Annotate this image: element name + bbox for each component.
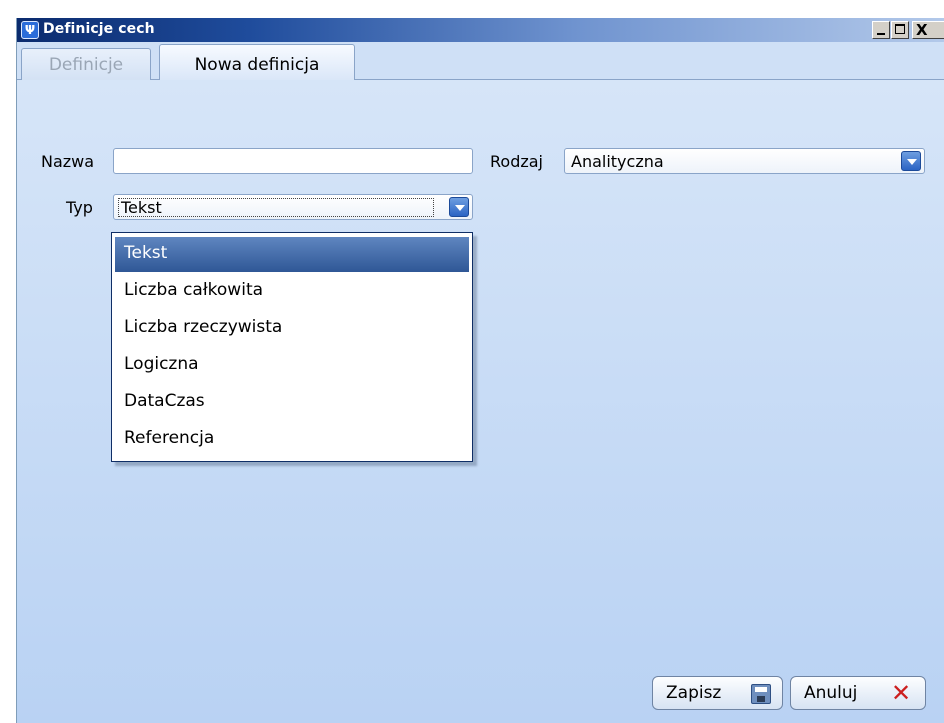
typ-value: Tekst [121, 198, 162, 217]
tab-nowa-definicja[interactable]: Nowa definicja [159, 44, 355, 81]
dropdown-option-liczba-rzeczywista[interactable]: Liczba rzeczywista [115, 311, 469, 346]
form-panel: Nazwa Rodzaj Analityczna Typ Tekst Tekst… [17, 80, 944, 723]
rodzaj-combobox[interactable]: Analityczna [564, 148, 925, 174]
maximize-icon [895, 24, 905, 34]
chevron-down-icon[interactable] [901, 151, 921, 171]
typ-dropdown-list: Tekst Liczba całkowita Liczba rzeczywist… [111, 232, 473, 462]
close-icon: X [916, 21, 928, 39]
dropdown-option-referencja[interactable]: Referencja [115, 422, 469, 457]
cancel-button[interactable]: Anuluj ✕ [790, 676, 926, 710]
close-icon: ✕ [891, 679, 912, 707]
dropdown-option-tekst[interactable]: Tekst [115, 237, 469, 272]
dropdown-option-liczba-calkowita[interactable]: Liczba całkowita [115, 274, 469, 309]
definicje-cech-window: Ψ Definicje cech X Definicje Nowa defini… [16, 18, 944, 723]
typ-combobox[interactable]: Tekst [113, 194, 473, 220]
chevron-down-icon[interactable] [449, 197, 469, 217]
nazwa-label: Nazwa [41, 152, 95, 171]
typ-focus-box: Tekst [118, 198, 434, 217]
title-bar[interactable]: Ψ Definicje cech X [17, 18, 944, 42]
rodzaj-value: Analityczna [571, 152, 664, 171]
dropdown-option-dataczas[interactable]: DataCzas [115, 385, 469, 420]
window-title: Definicje cech [43, 21, 155, 37]
app-icon: Ψ [21, 21, 39, 39]
minimize-icon [877, 33, 885, 35]
maximize-button[interactable] [891, 21, 909, 39]
typ-label: Typ [66, 198, 93, 217]
close-button[interactable]: X [912, 21, 944, 39]
rodzaj-label: Rodzaj [490, 152, 543, 171]
nazwa-input[interactable] [113, 148, 473, 174]
minimize-button[interactable] [872, 21, 890, 39]
cancel-button-label: Anuluj [804, 683, 858, 703]
tab-definicje[interactable]: Definicje [21, 48, 151, 81]
dropdown-option-logiczna[interactable]: Logiczna [115, 348, 469, 383]
floppy-disk-icon [751, 684, 771, 704]
save-button[interactable]: Zapisz [652, 676, 783, 710]
save-button-label: Zapisz [666, 683, 722, 703]
tab-strip: Definicje Nowa definicja [17, 42, 944, 81]
